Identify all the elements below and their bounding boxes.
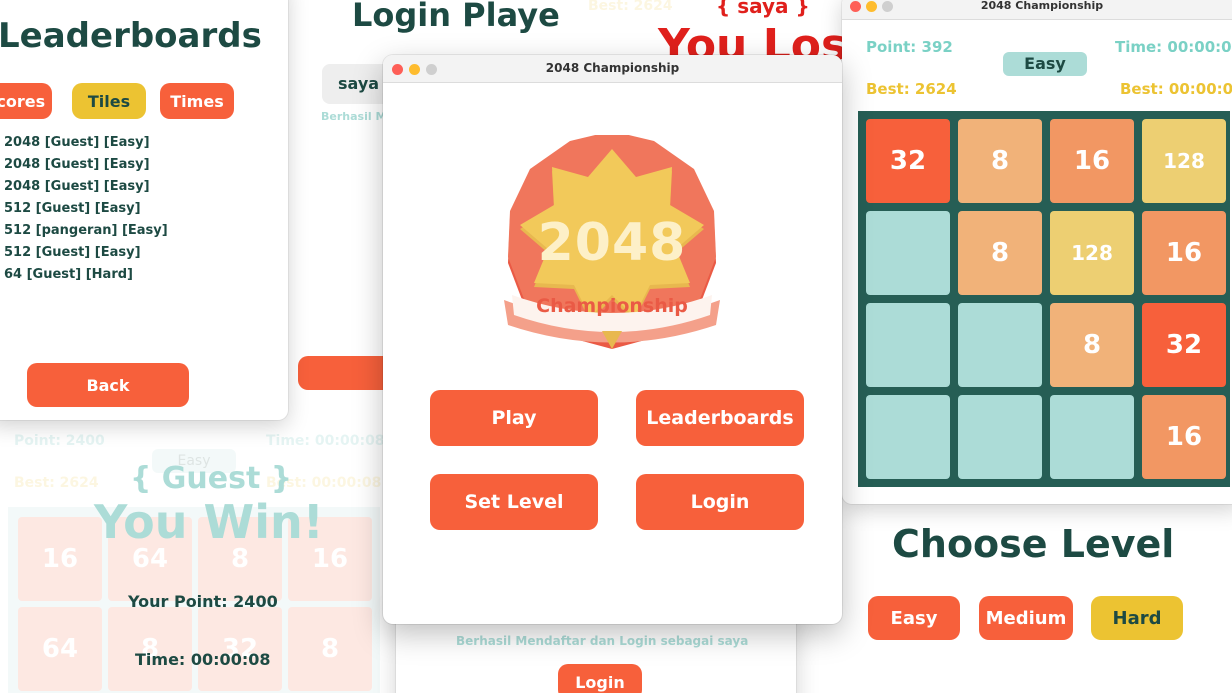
game-tile: 8 <box>958 119 1042 203</box>
lose-user-name: { saya } <box>716 0 810 18</box>
leaderboards-window: Leaderboards Scores Tiles Times 2048 [Gu… <box>0 0 288 420</box>
game-tile: 128 <box>1050 211 1134 295</box>
login-status: Berhasil M <box>321 110 387 123</box>
main-window-title: 2048 Championship <box>545 61 680 75</box>
game-tile: 32 <box>866 119 950 203</box>
tab-tiles[interactable]: Tiles <box>72 83 146 119</box>
list-item: 2048 [Guest] [Easy] <box>4 157 150 172</box>
game-time: Time: 00:00:04 <box>1115 38 1232 56</box>
logo-text: Championship <box>536 295 688 317</box>
lose-best: Best: 2624 <box>588 0 673 14</box>
game-titlebar: 2048 Championship <box>842 0 1232 20</box>
leaderboards-title: Leaderboards <box>0 16 262 56</box>
list-item: 512 [Guest] [Easy] <box>4 245 141 260</box>
game-point: Point: 392 <box>866 38 953 56</box>
win-tile: 32 <box>198 607 282 691</box>
game-best-time: Best: 00:00:08 <box>1120 80 1232 98</box>
win-tile: 8 <box>288 607 372 691</box>
login-username-value: saya <box>338 74 380 93</box>
game-tile <box>1050 395 1134 479</box>
game-tile: 8 <box>1050 303 1134 387</box>
leaderboard-list: 2048 [Guest] [Easy] 2048 [Guest] [Easy] … <box>4 132 168 286</box>
game-window-title: 2048 Championship <box>980 0 1104 12</box>
win-tile: 64 <box>18 607 102 691</box>
win-screen-background: Point: 2400 Easy Time: 00:00:08 Best: 26… <box>0 425 400 693</box>
game-tile: 128 <box>1142 119 1226 203</box>
win-user-name: { Guest } <box>130 461 293 496</box>
win-your-time: Time: 00:00:08 <box>135 650 271 669</box>
level-easy-button[interactable]: Easy <box>868 596 960 640</box>
set-level-button[interactable]: Set Level <box>430 474 598 530</box>
choose-level-panel: Choose Level Easy Medium Hard <box>840 510 1232 693</box>
tab-times[interactable]: Times <box>160 83 234 119</box>
main-titlebar: 2048 Championship <box>383 55 842 83</box>
game-best-point: Best: 2624 <box>866 80 957 98</box>
login-title: Login Playe <box>352 0 560 34</box>
leaderboards-button[interactable]: Leaderboards <box>636 390 804 446</box>
game-tile <box>958 395 1042 479</box>
main-menu-window: 2048 Championship 2048 Championship Play… <box>383 55 842 624</box>
game-tile: 16 <box>1142 211 1226 295</box>
win-your-point: Your Point: 2400 <box>128 592 278 611</box>
game-tile <box>866 395 950 479</box>
win-tile: 8 <box>108 607 192 691</box>
game-tile: 32 <box>1142 303 1226 387</box>
game-tile: 8 <box>958 211 1042 295</box>
choose-level-title: Choose Level <box>892 522 1175 566</box>
game-tile <box>958 303 1042 387</box>
game-level-badge: Easy <box>1003 52 1087 76</box>
level-hard-button[interactable]: Hard <box>1091 596 1183 640</box>
logo-number: 2048 <box>537 213 687 273</box>
play-button[interactable]: Play <box>430 390 598 446</box>
list-item: 512 [Guest] [Easy] <box>4 201 141 216</box>
back-button[interactable]: Back <box>27 363 189 407</box>
win-point: Point: 2400 <box>14 433 105 449</box>
game-tile: 16 <box>1142 395 1226 479</box>
game-window: 2048 Championship Point: 392 Easy Time: … <box>842 0 1232 504</box>
list-item: 64 [Guest] [Hard] <box>4 267 133 282</box>
list-item: 2048 [Guest] [Easy] <box>4 179 150 194</box>
list-item: 512 [pangeran] [Easy] <box>4 223 168 238</box>
login-bottom-button[interactable]: Login <box>558 664 642 693</box>
game-tile: 16 <box>1050 119 1134 203</box>
login-success-status: Berhasil Mendaftar dan Login sebagai say… <box>456 634 749 648</box>
tab-scores[interactable]: Scores <box>0 83 52 119</box>
game-board: 32 8 16 128 8 128 16 8 32 16 <box>858 111 1230 487</box>
login-button[interactable]: Login <box>636 474 804 530</box>
win-time: Time: 00:00:08 <box>266 433 385 449</box>
list-item: 2048 [Guest] [Easy] <box>4 135 150 150</box>
game-tile <box>866 303 950 387</box>
win-tile: 16 <box>18 517 102 601</box>
win-best: Best: 2624 <box>14 475 99 491</box>
level-medium-button[interactable]: Medium <box>979 596 1073 640</box>
game-tile <box>866 211 950 295</box>
championship-logo: 2048 Championship <box>504 135 720 359</box>
win-result-text: You Win! <box>94 495 324 549</box>
